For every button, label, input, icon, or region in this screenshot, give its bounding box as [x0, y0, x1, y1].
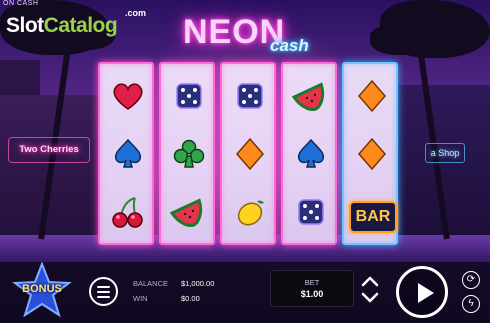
autoplay-button[interactable]: ⟳ — [462, 271, 480, 289]
site-logo-part2: Catalog — [43, 14, 118, 37]
watermelon-icon — [291, 76, 331, 116]
turbo-button[interactable]: ϟ — [462, 295, 480, 313]
spade-icon — [108, 134, 148, 174]
spin-button[interactable] — [396, 266, 448, 318]
cherries-icon — [108, 192, 148, 232]
dice-icon — [291, 192, 331, 232]
bet-display: BET $1.00 — [270, 270, 354, 307]
site-logo-suffix: .com — [125, 8, 147, 18]
bet-increase-chevron-up-icon[interactable] — [360, 274, 380, 288]
heart-icon — [108, 76, 148, 116]
diamond-icon — [230, 134, 270, 174]
reel-5: BAR — [342, 62, 398, 245]
bar-symbol: BAR — [349, 201, 397, 233]
game-title-sub: cash — [270, 36, 309, 55]
reel-3 — [220, 62, 276, 245]
win-label: WIN — [133, 294, 148, 303]
menu-button[interactable] — [89, 277, 118, 306]
corner-title: ON CASH — [3, 0, 39, 7]
dice-icon — [230, 76, 270, 116]
play-icon — [418, 283, 434, 303]
site-logo: SlotCatalog — [6, 14, 118, 38]
dice-icon — [169, 76, 209, 116]
refresh-icon: ⟳ — [466, 274, 476, 285]
win-value: $0.00 — [181, 294, 200, 303]
palm-leaves-right-2 — [370, 25, 430, 55]
bonus-button-label[interactable]: BONUS — [17, 283, 67, 295]
bet-decrease-chevron-down-icon[interactable] — [360, 291, 380, 305]
neon-sign-shop: a Shop — [425, 143, 465, 163]
club-icon — [169, 134, 209, 174]
reel-2 — [159, 62, 215, 245]
reel-1 — [98, 62, 154, 245]
menu-icon-line — [97, 285, 110, 288]
lemon-icon — [230, 192, 270, 232]
diamond-icon — [352, 134, 392, 174]
diamond-icon — [352, 76, 392, 116]
spade-icon — [291, 134, 331, 174]
menu-icon-line — [97, 295, 110, 298]
site-logo-part1: Slot — [6, 14, 44, 37]
balance-value: $1,000.00 — [181, 279, 215, 288]
menu-icon-line — [97, 290, 110, 293]
neon-sign-two-cherries: Two Cherries — [8, 137, 90, 163]
lightning-icon: ϟ — [468, 298, 474, 309]
watermelon-icon — [169, 192, 209, 232]
reel-4 — [281, 62, 337, 245]
bet-value: $1.00 — [300, 289, 324, 299]
bet-label: BET — [304, 278, 320, 287]
balance-label: BALANCE — [133, 279, 169, 288]
